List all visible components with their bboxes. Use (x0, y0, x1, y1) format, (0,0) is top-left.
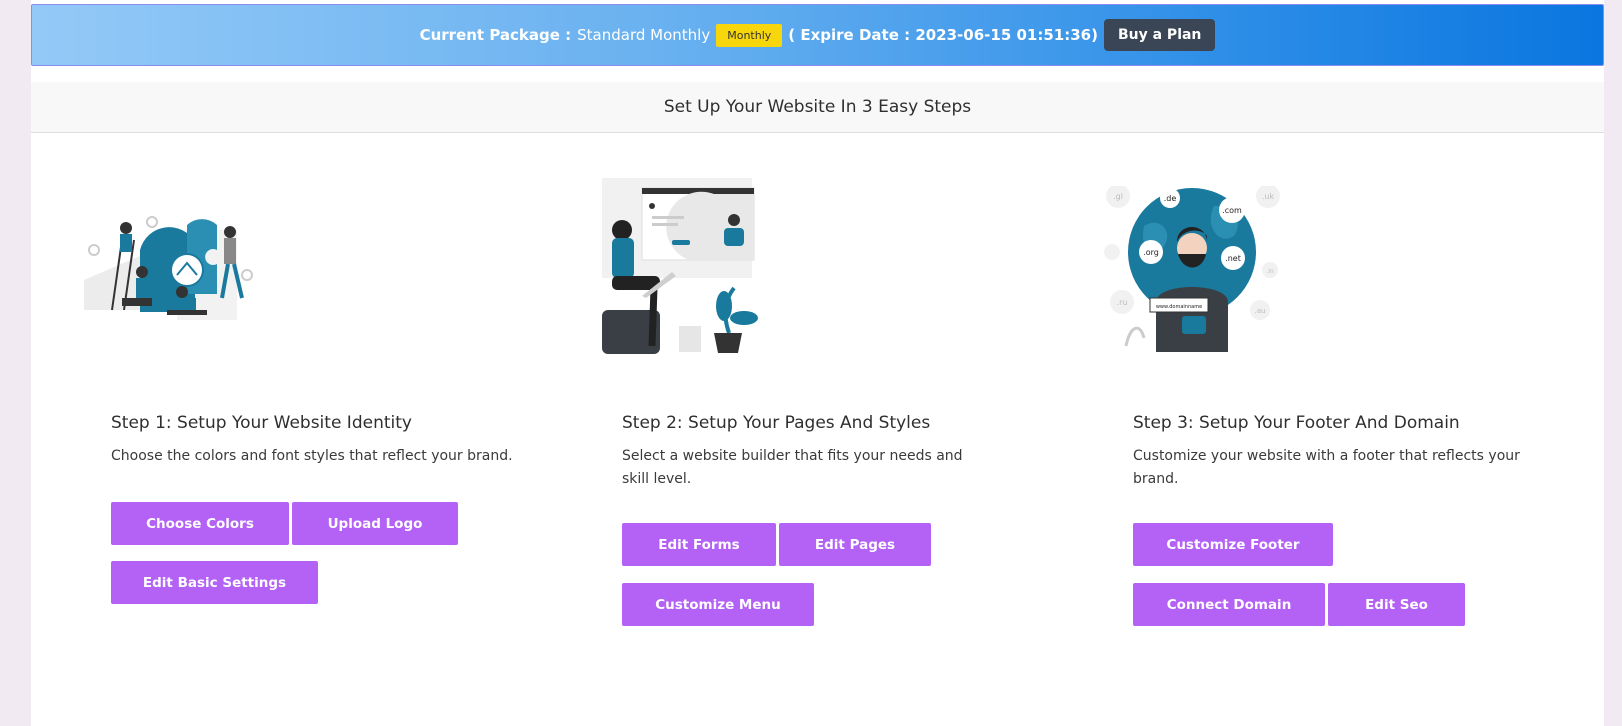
package-banner: Current Package : Standard Monthly Month… (31, 4, 1604, 66)
plan-badge: Monthly (716, 23, 783, 47)
pages-styles-illustration (602, 178, 758, 354)
step2-title: Step 2: Setup Your Pages And Styles (622, 413, 931, 433)
domain-tag-com: .com (1222, 206, 1242, 215)
edit-basic-settings-button[interactable]: Edit Basic Settings (111, 561, 318, 604)
connect-domain-button[interactable]: Connect Domain (1133, 583, 1325, 626)
edit-forms-button[interactable]: Edit Forms (622, 523, 776, 566)
domain-tag-de: .de (1164, 194, 1177, 203)
step2-description: Select a website builder that fits your … (622, 448, 963, 487)
choose-colors-button[interactable]: Choose Colors (111, 502, 289, 545)
steps-header: Set Up Your Website In 3 Easy Steps (31, 82, 1604, 133)
domain-globe-illustration: .de .com .org .net .gl .uk .ru .au .in w… (1104, 186, 1280, 352)
step1-title: Step 1: Setup Your Website Identity (111, 413, 412, 433)
current-package-label: Current Package : (419, 26, 572, 44)
domain-tag-in: .in (1266, 268, 1274, 275)
customize-menu-button[interactable]: Customize Menu (622, 583, 814, 626)
package-name: Standard Monthly (577, 26, 711, 44)
upload-logo-button[interactable]: Upload Logo (292, 502, 458, 545)
domain-tag-gl: .gl (1113, 192, 1123, 201)
customize-footer-button[interactable]: Customize Footer (1133, 523, 1333, 566)
buy-plan-button[interactable]: Buy a Plan (1103, 19, 1216, 51)
domain-tag-org: .org (1143, 248, 1159, 257)
domain-tag-net: .net (1225, 254, 1241, 263)
domain-tag-au: .au (1255, 307, 1266, 315)
edit-pages-button[interactable]: Edit Pages (779, 523, 931, 566)
edit-seo-button[interactable]: Edit Seo (1328, 583, 1465, 626)
domain-tag-ru: .ru (1117, 298, 1128, 307)
expire-date: ( Expire Date : 2023-06-15 01:51:36) (788, 26, 1098, 44)
step3-description: Customize your website with a footer tha… (1133, 448, 1520, 487)
step1-description: Choose the colors and font styles that r… (111, 448, 513, 464)
domain-sign-text: www.domainname (1156, 304, 1202, 310)
team-puzzle-illustration (84, 216, 253, 320)
step3-title: Step 3: Setup Your Footer And Domain (1133, 413, 1460, 433)
domain-tag-uk: .uk (1262, 192, 1275, 201)
